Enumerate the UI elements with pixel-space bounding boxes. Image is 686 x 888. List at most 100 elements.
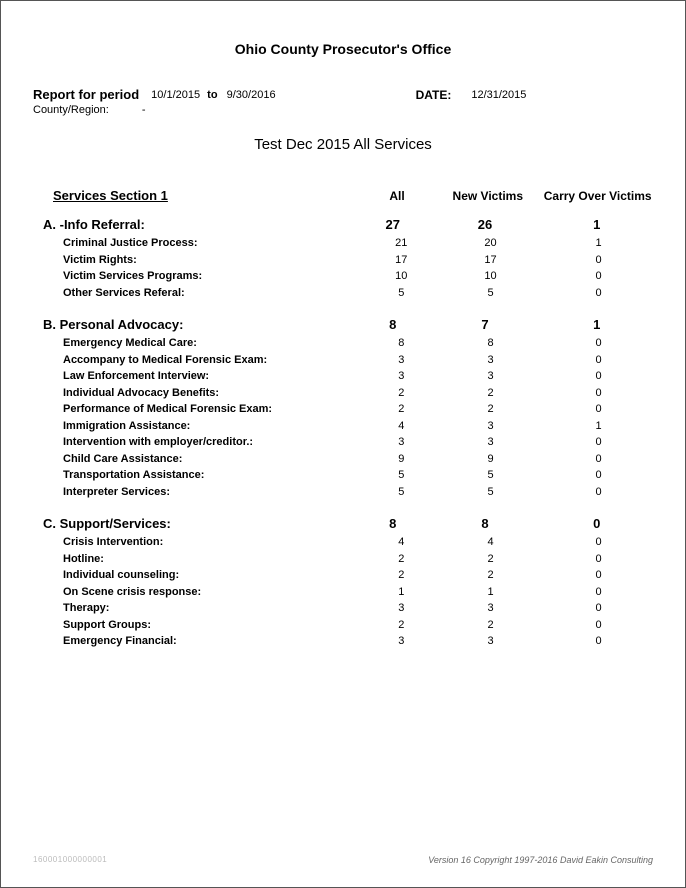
period-dates: 10/1/2015 to 9/30/2016 (151, 89, 275, 101)
period-from: 10/1/2015 (151, 89, 200, 101)
item-label: Victim Services Programs: (43, 268, 364, 285)
item-new: 2 (439, 567, 542, 584)
item-label: Therapy: (43, 600, 364, 617)
item-new: 2 (439, 385, 542, 402)
item-label: Emergency Financial: (43, 633, 364, 650)
table-row: On Scene crisis response:110 (43, 584, 655, 601)
footer-right: Version 16 Copyright 1997-2016 David Eak… (428, 855, 653, 865)
item-all: 10 (364, 268, 439, 285)
table-row: Emergency Financial:330 (43, 633, 655, 650)
category-all: 8 (354, 516, 432, 531)
col-header-section: Services Section 1 (43, 188, 359, 203)
sections-container: A. -Info Referral:27261Criminal Justice … (43, 217, 655, 650)
item-label: Individual Advocacy Benefits: (43, 385, 364, 402)
item-all: 2 (364, 401, 439, 418)
item-new: 4 (439, 534, 542, 551)
item-label: Criminal Justice Process: (43, 235, 364, 252)
table-row: Victim Services Programs:10100 (43, 268, 655, 285)
item-carry: 0 (542, 567, 655, 584)
item-carry: 0 (542, 633, 655, 650)
table-row: Accompany to Medical Forensic Exam:330 (43, 352, 655, 369)
col-header-carry: Carry Over Victims (540, 189, 655, 203)
item-new: 20 (439, 235, 542, 252)
item-label: Other Services Referal: (43, 285, 364, 302)
item-carry: 0 (542, 584, 655, 601)
table-row: Law Enforcement Interview:330 (43, 368, 655, 385)
category-title: C. Support/Services: (43, 516, 354, 531)
item-new: 5 (439, 285, 542, 302)
footer-left: 160001000000001 (33, 855, 107, 865)
item-all: 2 (364, 551, 439, 568)
period-to-label: to (207, 89, 217, 101)
table-row: Intervention with employer/creditor.:330 (43, 434, 655, 451)
item-all: 5 (364, 467, 439, 484)
item-label: Individual counseling: (43, 567, 364, 584)
county-row: County/Region: - (33, 104, 653, 116)
item-carry: 0 (542, 484, 655, 501)
table-row: Criminal Justice Process:21201 (43, 235, 655, 252)
item-all: 9 (364, 451, 439, 468)
item-label: Accompany to Medical Forensic Exam: (43, 352, 364, 369)
category-all: 8 (354, 317, 432, 332)
item-carry: 0 (542, 434, 655, 451)
item-carry: 0 (542, 352, 655, 369)
item-label: Crisis Intervention: (43, 534, 364, 551)
item-all: 3 (364, 600, 439, 617)
item-carry: 1 (542, 418, 655, 435)
period-row: Report for period 10/1/2015 to 9/30/2016… (33, 87, 653, 102)
item-label: On Scene crisis response: (43, 584, 364, 601)
item-carry: 0 (542, 252, 655, 269)
table-row: Immigration Assistance:431 (43, 418, 655, 435)
item-label: Victim Rights: (43, 252, 364, 269)
item-all: 17 (364, 252, 439, 269)
item-carry: 0 (542, 285, 655, 302)
item-label: Support Groups: (43, 617, 364, 634)
category-title: B. Personal Advocacy: (43, 317, 354, 332)
report-page: Ohio County Prosecutor's Office Report f… (0, 0, 686, 888)
item-new: 3 (439, 352, 542, 369)
item-label: Immigration Assistance: (43, 418, 364, 435)
table-row: Individual counseling:220 (43, 567, 655, 584)
item-new: 10 (439, 268, 542, 285)
item-new: 2 (439, 617, 542, 634)
item-label: Transportation Assistance: (43, 467, 364, 484)
item-label: Intervention with employer/creditor.: (43, 434, 364, 451)
item-carry: 0 (542, 600, 655, 617)
table-row: Hotline:220 (43, 551, 655, 568)
table-row: Crisis Intervention:440 (43, 534, 655, 551)
item-carry: 0 (542, 467, 655, 484)
table-row: Therapy:330 (43, 600, 655, 617)
item-carry: 0 (542, 551, 655, 568)
item-new: 8 (439, 335, 542, 352)
item-all: 2 (364, 567, 439, 584)
date-value: 12/31/2015 (471, 89, 526, 101)
county-value: - (142, 104, 146, 116)
item-label: Performance of Medical Forensic Exam: (43, 401, 364, 418)
item-label: Hotline: (43, 551, 364, 568)
item-new: 5 (439, 467, 542, 484)
item-new: 1 (439, 584, 542, 601)
category-new: 8 (432, 516, 539, 531)
item-all: 5 (364, 285, 439, 302)
item-all: 3 (364, 368, 439, 385)
item-new: 3 (439, 633, 542, 650)
item-all: 3 (364, 434, 439, 451)
category-carry: 1 (538, 217, 655, 232)
table-row: Child Care Assistance:990 (43, 451, 655, 468)
county-label: County/Region: (33, 104, 109, 116)
item-new: 3 (439, 434, 542, 451)
item-all: 2 (364, 385, 439, 402)
item-carry: 0 (542, 268, 655, 285)
item-all: 3 (364, 633, 439, 650)
item-carry: 0 (542, 335, 655, 352)
category-carry: 0 (538, 516, 655, 531)
item-carry: 0 (542, 534, 655, 551)
category-new: 7 (432, 317, 539, 332)
item-all: 4 (364, 418, 439, 435)
table-row: Performance of Medical Forensic Exam:220 (43, 401, 655, 418)
table-row: Support Groups:220 (43, 617, 655, 634)
category-all: 27 (354, 217, 432, 232)
item-all: 21 (364, 235, 439, 252)
item-all: 4 (364, 534, 439, 551)
table-row: Individual Advocacy Benefits:220 (43, 385, 655, 402)
